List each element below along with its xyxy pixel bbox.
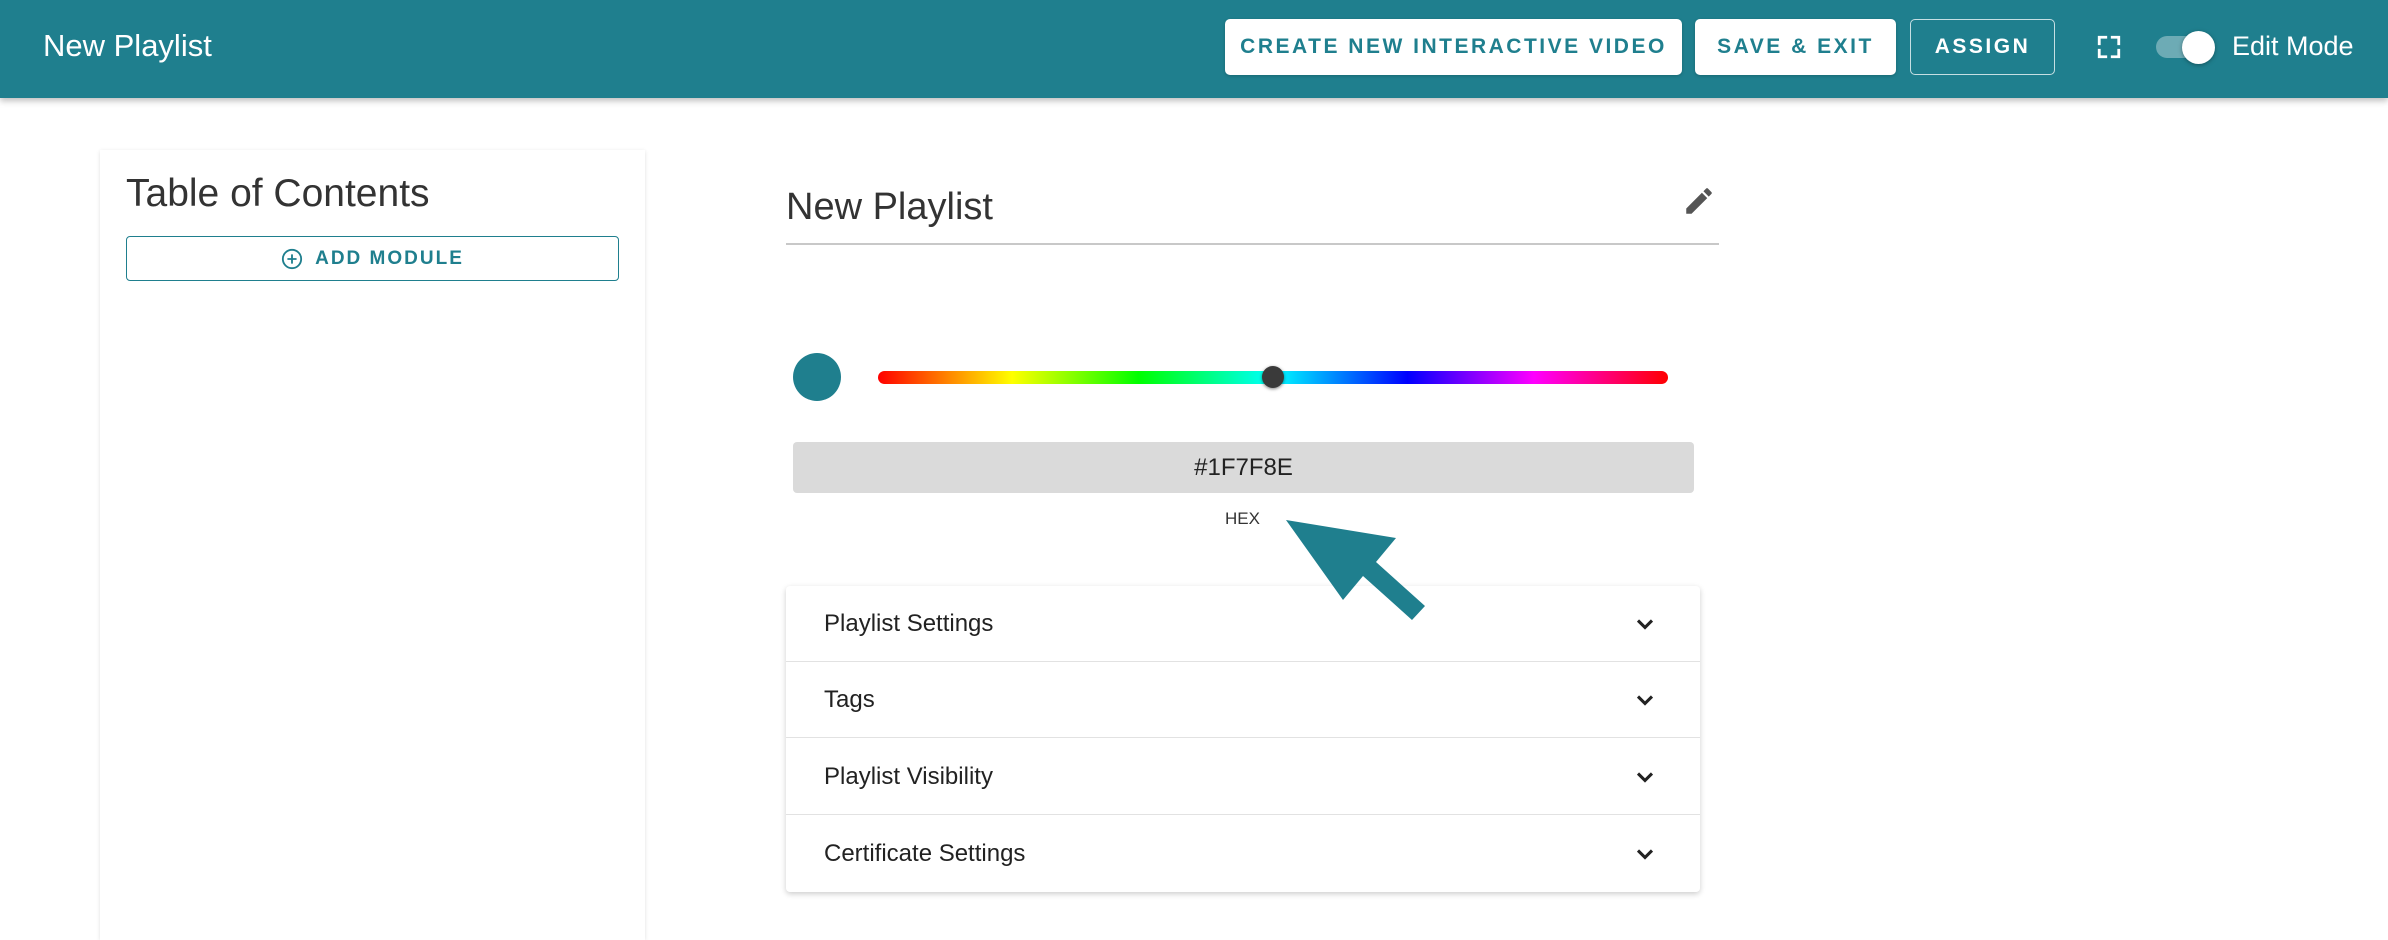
accordion-item-label: Tags xyxy=(824,686,875,713)
settings-accordion: Playlist Settings Tags Playlist Visibili… xyxy=(786,586,1700,892)
add-module-button[interactable]: ADD MODULE xyxy=(126,236,619,281)
save-exit-button[interactable]: SAVE & EXIT xyxy=(1695,19,1896,75)
chevron-down-icon xyxy=(1636,849,1654,860)
accordion-item-playlist-settings[interactable]: Playlist Settings xyxy=(786,586,1700,662)
accordion-item-tags[interactable]: Tags xyxy=(786,662,1700,738)
hex-input[interactable]: #1F7F8E xyxy=(793,442,1694,493)
accordion-item-label: Playlist Settings xyxy=(824,610,994,637)
annotation-arrow-icon xyxy=(1286,520,1425,620)
accordion-item-label: Certificate Settings xyxy=(824,840,1026,867)
fullscreen-icon[interactable] xyxy=(2096,34,2122,60)
table-of-contents-panel: Table of Contents ADD MODULE xyxy=(100,150,645,940)
app-title: New Playlist xyxy=(43,28,212,63)
chevron-down-icon xyxy=(1636,695,1654,706)
accordion-item-playlist-visibility[interactable]: Playlist Visibility xyxy=(786,739,1700,815)
create-interactive-video-button[interactable]: CREATE NEW INTERACTIVE VIDEO xyxy=(1225,19,1682,75)
add-module-label: ADD MODULE xyxy=(315,247,464,269)
pencil-icon[interactable] xyxy=(1682,184,1716,218)
accordion-item-label: Playlist Visibility xyxy=(824,763,993,790)
accordion-item-certificate-settings[interactable]: Certificate Settings xyxy=(786,816,1700,892)
playlist-name[interactable]: New Playlist xyxy=(786,186,993,229)
assign-button[interactable]: ASSIGN xyxy=(1910,19,2055,75)
plus-circle-icon xyxy=(282,248,303,269)
chevron-down-icon xyxy=(1636,619,1654,630)
playlist-name-underline xyxy=(786,243,1719,245)
edit-mode-toggle-thumb[interactable] xyxy=(2182,31,2215,64)
hue-slider-thumb[interactable] xyxy=(1262,366,1284,388)
chevron-down-icon xyxy=(1636,772,1654,783)
toc-title: Table of Contents xyxy=(126,172,430,215)
app-bar: New Playlist CREATE NEW INTERACTIVE VIDE… xyxy=(0,0,2388,98)
hex-label: HEX xyxy=(1225,509,1260,528)
edit-mode-label: Edit Mode xyxy=(2232,31,2354,61)
color-swatch[interactable] xyxy=(793,353,841,401)
